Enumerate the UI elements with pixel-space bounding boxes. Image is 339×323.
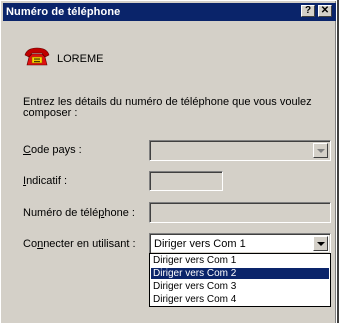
connect-using-dropdown-arrow-icon[interactable]	[313, 236, 328, 251]
location-name: LOREME	[57, 53, 104, 65]
instructions-text: Entrez les détails du numéro de téléphon…	[23, 96, 312, 119]
phone-number-label: Numéro de téléphone :	[23, 207, 135, 219]
telephone-icon	[24, 47, 50, 66]
connect-using-options: Diriger vers Com 1 Diriger vers Com 2 Di…	[149, 253, 331, 307]
option-com4[interactable]: Diriger vers Com 4	[151, 294, 329, 305]
dialog-title: Numéro de téléphone	[6, 6, 121, 18]
option-com1[interactable]: Diriger vers Com 1	[151, 255, 329, 266]
connect-using-label: Connecter en utilisant :	[23, 238, 136, 250]
phone-number-dialog: Numéro de téléphone ? ✕ LOREME Entrez le…	[0, 0, 336, 323]
phone-number-input[interactable]	[149, 202, 331, 223]
option-com3[interactable]: Diriger vers Com 3	[151, 281, 329, 292]
country-code-dropdown-arrow-icon[interactable]	[313, 143, 328, 158]
area-code-input[interactable]	[149, 171, 223, 191]
area-code-label: Indicatif :	[23, 175, 68, 187]
title-bar[interactable]: Numéro de téléphone ? ✕	[3, 3, 336, 21]
connect-using-value: Diriger vers Com 1	[154, 238, 246, 250]
close-button[interactable]: ✕	[318, 5, 332, 17]
connect-using-select[interactable]: Diriger vers Com 1	[149, 233, 331, 254]
help-button[interactable]: ?	[301, 5, 315, 17]
country-code-label: Code pays :	[23, 144, 82, 156]
option-com2[interactable]: Diriger vers Com 2	[151, 268, 329, 279]
country-code-select[interactable]	[149, 140, 331, 161]
